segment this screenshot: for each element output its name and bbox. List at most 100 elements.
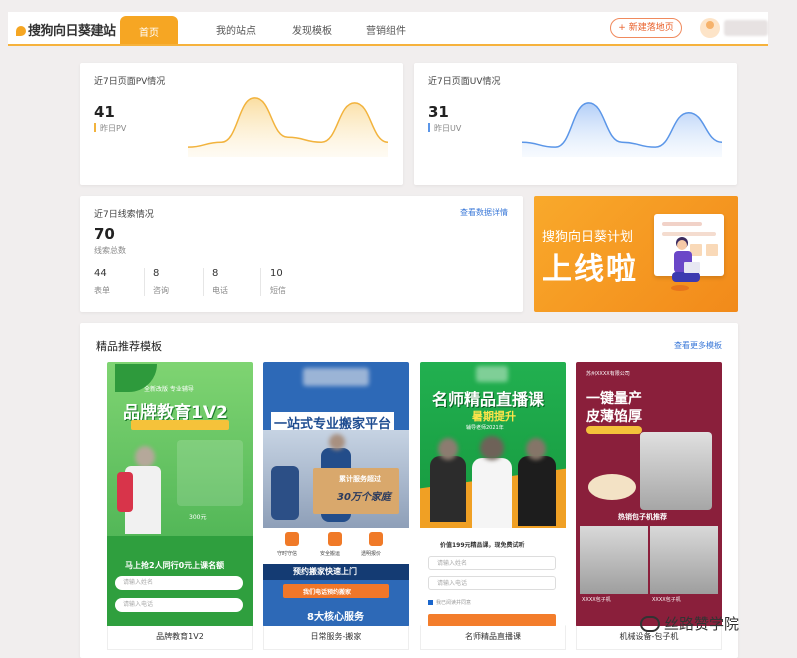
uv-trend-area <box>522 102 722 157</box>
bun-plate-image <box>588 474 636 500</box>
wechat-icon <box>640 616 660 632</box>
user-avatar[interactable] <box>700 18 720 38</box>
blurred-logo <box>303 368 369 386</box>
uv-label: 昨日UV <box>434 124 462 133</box>
class-phone-field: 请输入电话 <box>428 576 556 590</box>
uv-trend-chart <box>522 102 722 157</box>
tab-discover-templates[interactable]: 发现模板 <box>292 22 332 37</box>
class-heading: 名师精品直播课 <box>432 390 545 409</box>
blurred-face <box>438 438 458 460</box>
clock-icon <box>285 532 299 546</box>
promo-banner[interactable]: 搜狗向日葵计划 上线啦 <box>534 196 738 312</box>
stat-divider <box>260 268 261 296</box>
bun-machine-image <box>640 432 712 510</box>
leads-title: 近7日线索情况 <box>94 210 154 220</box>
product-image <box>580 526 648 594</box>
backpack-illustration <box>117 472 133 512</box>
teacher-illustration <box>472 458 512 528</box>
machine-tag: 热销包子机推荐 <box>618 513 667 521</box>
top-navigation-bar: 搜狗向日葵建站 首页 我的站点 发现模板 营销组件 + 新建落地页 <box>8 12 768 46</box>
stat-sms-value: 10 <box>270 268 283 279</box>
pv-trend-chart <box>188 97 388 157</box>
moving-icon-label: 透明报价 <box>361 551 382 557</box>
template-card-moving[interactable]: 一站式专业搬家平台 累计服务超过 30万个家庭 守时守信 安全搬运 透明报价 预… <box>263 362 409 627</box>
edu-phone-field: 请输入电话 <box>115 598 243 612</box>
view-more-templates-link[interactable]: 查看更多模板 <box>674 340 722 351</box>
stat-consult-value: 8 <box>153 268 160 279</box>
stat-phone-value: 8 <box>212 268 219 279</box>
dashboard-page: 搜狗向日葵建站 首页 我的站点 发现模板 营销组件 + 新建落地页 近7日页面P… <box>0 0 797 658</box>
edu-badge: 300元 <box>189 514 207 521</box>
username-blurred <box>724 20 768 36</box>
template-caption: 品牌教育1V2 <box>107 626 253 650</box>
machine-corp: 苏州XXXX有限公司 <box>586 371 630 377</box>
agree-checkbox <box>428 600 433 605</box>
edu-cta: 马上抢2人同行0元上课名额 <box>125 561 225 570</box>
moving-icon-label: 守时守信 <box>277 551 298 557</box>
pv-card: 近7日页面PV情况 41 昨日PV <box>80 63 403 185</box>
pv-trend-area <box>188 97 388 157</box>
machine-tag-pill <box>586 426 642 434</box>
moving-sub: 累计服务超过 <box>339 475 381 483</box>
template-card-education[interactable]: 全新改版 专业辅导 品牌教育1V2 300元 马上抢2人同行0元上课名额 请输入… <box>107 362 253 627</box>
price-tag-icon <box>369 532 383 546</box>
class-sub: 暑期提升 <box>472 410 516 423</box>
tab-home[interactable]: 首页 <box>120 16 178 44</box>
stat-sms-label: 短信 <box>270 286 286 295</box>
class-sub2: 辅导老师2021年 <box>466 425 504 431</box>
machine-heading: 一键量产 <box>586 391 642 407</box>
view-data-details-link[interactable]: 查看数据详情 <box>460 207 508 218</box>
blurred-face <box>135 446 155 468</box>
stat-form-value: 44 <box>94 268 107 279</box>
leads-value: 70 <box>94 225 115 243</box>
pv-indicator <box>94 123 96 132</box>
shield-icon <box>328 532 342 546</box>
moving-cta2: 我们电话预约搬家 <box>303 589 352 596</box>
pv-value: 41 <box>94 103 115 121</box>
templates-title: 精品推荐模板 <box>96 340 162 353</box>
moving-foot: 8大核心服务 <box>307 612 364 623</box>
moving-sub2: 30万个家庭 <box>337 492 391 503</box>
sunflower-logo-icon <box>16 26 26 36</box>
product-name: XXXX包子机 <box>652 597 681 603</box>
uv-value: 31 <box>428 103 449 121</box>
banner-line1: 搜狗向日葵计划 <box>542 230 634 245</box>
product-name: XXXX包子机 <box>582 597 611 603</box>
uv-indicator <box>428 123 430 132</box>
app-logo[interactable]: 搜狗向日葵建站 <box>16 20 116 39</box>
product-image <box>650 526 718 594</box>
blurred-face <box>480 436 504 460</box>
class-name-field: 请输入姓名 <box>428 556 556 570</box>
edu-kicker: 全新改版 专业辅导 <box>144 386 194 393</box>
new-landing-page-button[interactable]: + 新建落地页 <box>610 18 682 38</box>
leads-label: 线索总数 <box>94 246 126 255</box>
stat-divider <box>203 268 204 296</box>
stat-form-label: 表单 <box>94 286 110 295</box>
class-check: 我已阅读并同意 <box>436 600 472 606</box>
machine-heading2: 皮薄馅厚 <box>586 409 642 425</box>
uv-title: 近7日页面UV情况 <box>428 77 501 87</box>
stat-consult-label: 咨询 <box>153 286 169 295</box>
template-card-machinery[interactable]: 苏州XXXX有限公司 一键量产 皮薄馅厚 热销包子机推荐 XXXX包子机 XXX… <box>576 362 722 627</box>
banner-line2: 上线啦 <box>542 252 638 287</box>
teacher-illustration <box>430 456 466 522</box>
teacher-illustration <box>518 456 556 526</box>
worker-illustration <box>271 466 299 520</box>
template-caption: 日常服务-搬家 <box>263 626 409 650</box>
template-caption: 名师精品直播课 <box>420 626 566 650</box>
edu-tagline-bar <box>131 420 229 430</box>
class-cta: 价值199元精品课，现免费试听 <box>440 542 525 549</box>
template-card-live-class[interactable]: 名师精品直播课 暑期提升 辅导老师2021年 价值199元精品课，现免费试听 请… <box>420 362 566 627</box>
blurred-face <box>329 434 345 450</box>
app-logo-text: 搜狗向日葵建站 <box>28 24 116 39</box>
edu-benefits-box <box>177 440 243 506</box>
edu-name-field: 请输入姓名 <box>115 576 243 590</box>
tab-my-sites[interactable]: 我的站点 <box>216 22 256 37</box>
uv-card: 近7日页面UV情况 31 昨日UV <box>414 63 737 185</box>
blurred-face <box>526 438 546 460</box>
blurred-logo <box>476 366 508 382</box>
leads-card: 近7日线索情况 查看数据详情 70 线索总数 44 表单 8 咨询 8 电话 1… <box>80 196 523 312</box>
watermark: 丝路赞学院 <box>640 613 739 634</box>
pv-title: 近7日页面PV情况 <box>94 77 166 87</box>
tab-marketing-components[interactable]: 营销组件 <box>366 22 406 37</box>
